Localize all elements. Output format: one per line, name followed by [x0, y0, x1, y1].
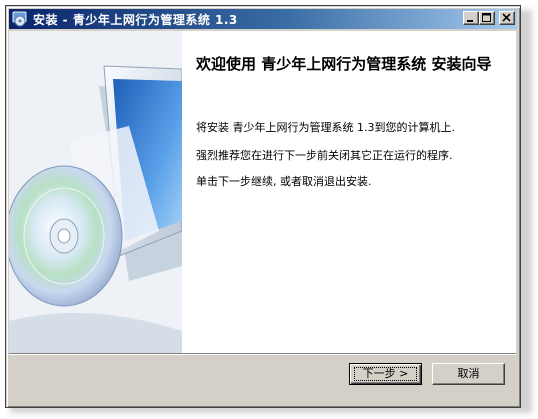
cancel-button[interactable]: 取消 — [432, 363, 505, 385]
minimize-button[interactable] — [463, 11, 479, 25]
monitor-and-cd-illustration — [9, 31, 182, 353]
next-button-label: 下一步 > — [362, 367, 409, 380]
continue-instructions-text: 单击下一步继续, 或者取消退出安装. — [196, 175, 372, 188]
wizard-side-image — [9, 31, 182, 353]
maximize-icon — [482, 13, 491, 22]
welcome-heading: 欢迎使用 青少年上网行为管理系统 安装向导 — [196, 55, 492, 73]
title-bar[interactable]: 安装 - 青少年上网行为管理系统 1.3 — [9, 9, 517, 29]
close-programs-text: 强烈推荐您在进行下一步前关闭其它正在运行的程序. — [196, 149, 453, 162]
button-separator — [9, 353, 516, 355]
install-info-text: 将安装 青少年上网行为管理系统 1.3到您的计算机上. — [196, 121, 455, 134]
wizard-content: 欢迎使用 青少年上网行为管理系统 安装向导 将安装 青少年上网行为管理系统 1.… — [182, 31, 516, 353]
installer-disc-icon — [12, 11, 27, 27]
installer-window: 安装 - 青少年上网行为管理系统 1.3 欢迎使用 青少年上网行为管理系统 安装… — [5, 5, 521, 408]
minimize-icon — [467, 20, 473, 22]
close-button[interactable] — [499, 11, 515, 25]
window-title: 安装 - 青少年上网行为管理系统 1.3 — [33, 13, 238, 27]
close-icon — [502, 13, 511, 22]
maximize-button[interactable] — [479, 11, 495, 25]
next-button[interactable]: 下一步 > — [349, 363, 422, 385]
